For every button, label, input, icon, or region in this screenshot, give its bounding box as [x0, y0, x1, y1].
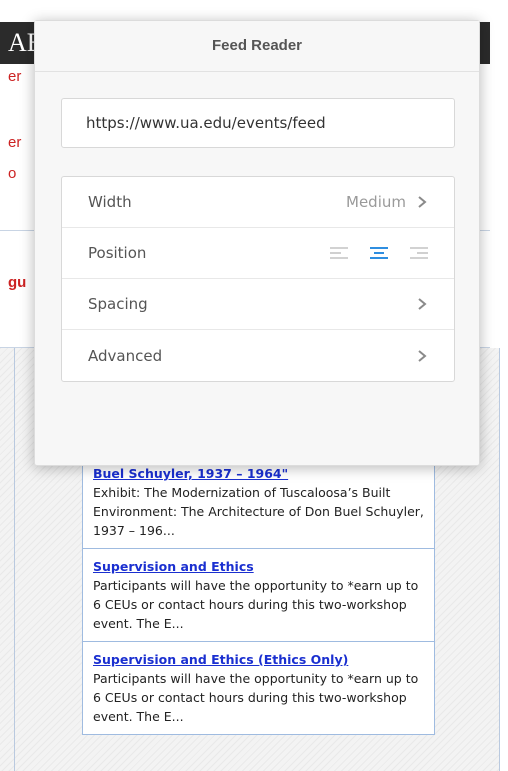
- position-label: Position: [88, 244, 147, 262]
- position-alignment-group: [330, 246, 428, 260]
- background-text-fragment: o: [8, 165, 17, 182]
- feed-item-description: Participants will have the opportunity t…: [93, 578, 419, 631]
- width-value: Medium: [346, 193, 406, 211]
- spacing-setting-row[interactable]: Spacing: [62, 279, 454, 330]
- feed-item-description: Participants will have the opportunity t…: [93, 671, 419, 724]
- list-item: Supervision and Ethics Participants will…: [83, 549, 434, 642]
- list-item: Supervision and Ethics (Ethics Only) Par…: [83, 642, 434, 735]
- width-value-group: Medium: [346, 193, 428, 211]
- align-right-icon[interactable]: [410, 246, 428, 260]
- advanced-label: Advanced: [88, 346, 163, 365]
- width-setting-row[interactable]: Width Medium: [62, 177, 454, 228]
- chevron-right-icon: [418, 196, 427, 208]
- position-setting-row: Position: [62, 228, 454, 279]
- chevron-right-icon: [418, 298, 427, 310]
- feed-item-description: Exhibit: The Modernization of Tuscaloosa…: [93, 485, 424, 538]
- align-center-icon[interactable]: [370, 246, 388, 260]
- feed-item-link[interactable]: Supervision and Ethics (Ethics Only): [93, 650, 424, 669]
- settings-list: Width Medium Position Spacing Advanced: [61, 176, 455, 382]
- panel-title: Feed Reader: [35, 21, 479, 72]
- feed-item-link[interactable]: Buel Schuyler, 1937 – 1964": [93, 464, 424, 483]
- feed-reader-settings-panel: Feed Reader https://www.ua.edu/events/fe…: [34, 20, 480, 466]
- feed-url-input[interactable]: https://www.ua.edu/events/feed: [61, 98, 455, 148]
- divider: [14, 348, 15, 771]
- feed-item-link[interactable]: Supervision and Ethics: [93, 557, 424, 576]
- background-left-column: [0, 64, 34, 354]
- spacing-label: Spacing: [88, 295, 148, 313]
- background-text-fragment: er: [8, 134, 22, 151]
- chevron-right-icon: [418, 349, 427, 362]
- background-text-fragment: gu: [8, 274, 27, 291]
- align-left-icon[interactable]: [330, 246, 348, 260]
- width-label: Width: [88, 193, 132, 211]
- divider: [499, 348, 500, 771]
- feed-url-value: https://www.ua.edu/events/feed: [86, 114, 326, 132]
- advanced-setting-row[interactable]: Advanced: [62, 330, 454, 381]
- background-text-fragment: er: [8, 68, 22, 85]
- list-item: Buel Schuyler, 1937 – 1964" Exhibit: The…: [83, 452, 434, 549]
- feed-list: Buel Schuyler, 1937 – 1964" Exhibit: The…: [82, 452, 435, 735]
